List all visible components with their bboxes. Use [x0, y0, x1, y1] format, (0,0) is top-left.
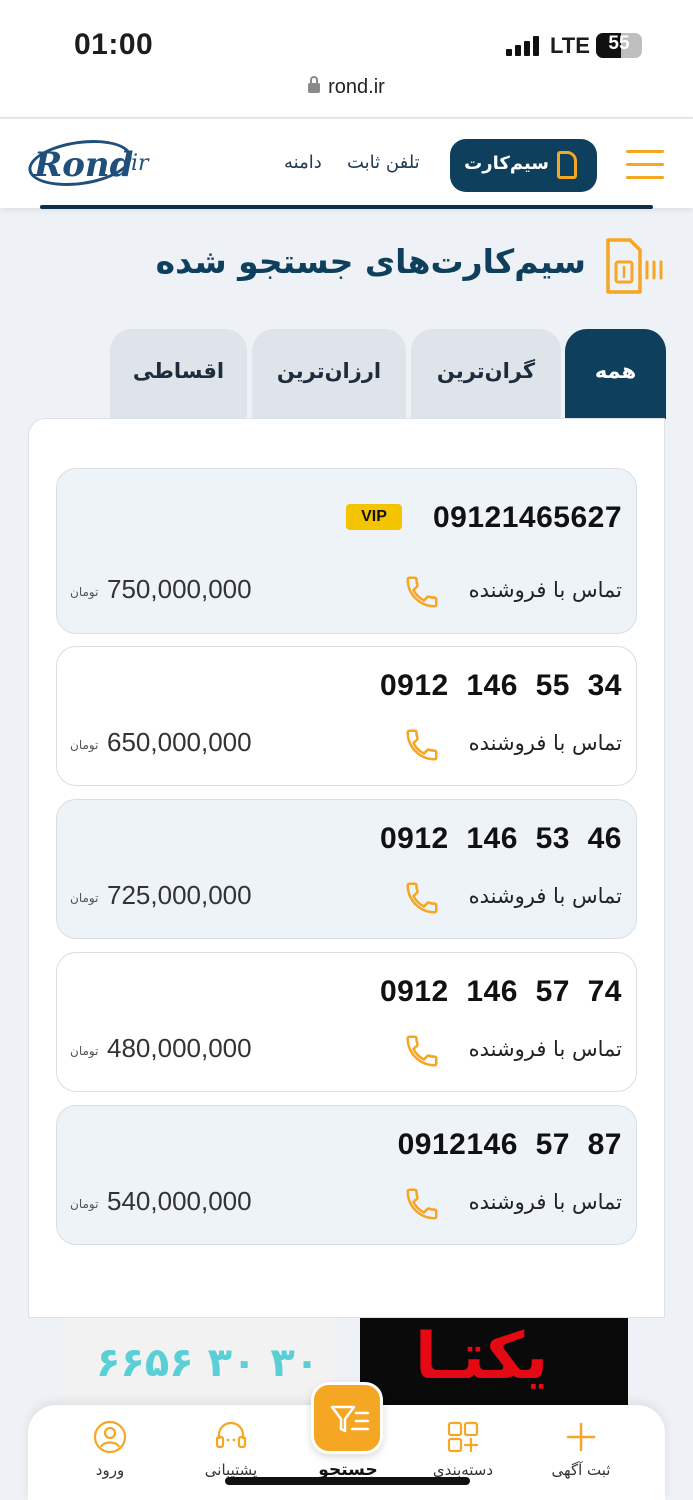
price: 750,000,000: [107, 574, 252, 604]
ad-banner-phone-text: ۶۶۵۶ ۳۰ ۳۰: [96, 1340, 320, 1386]
listing-card[interactable]: 0912 146 57 74 تماس با فروشنده 480,000,0…: [56, 952, 637, 1092]
sim-card-icon: [557, 151, 577, 179]
contact-seller-label: تماس با فروشنده: [468, 731, 622, 755]
nav-support[interactable]: پشتیبانی: [176, 1419, 286, 1479]
phone-icon[interactable]: [403, 1185, 441, 1223]
price-unit: تومان: [70, 1197, 99, 1211]
sim-number: 0912 146 55 34: [379, 669, 622, 702]
search-button[interactable]: [311, 1382, 383, 1454]
listing-card[interactable]: 09121465627 VIP تماس با فروشنده 750,000,…: [56, 468, 637, 634]
status-bar: 01:00 LTE 55 rond.ir: [0, 0, 693, 118]
listing-card[interactable]: 0912 146 55 34 تماس با فروشنده 650,000,0…: [56, 646, 637, 786]
signal-icon: [506, 36, 544, 56]
nav-link-domain[interactable]: دامنه: [284, 152, 322, 173]
nav-login-label: ورود: [95, 1461, 125, 1479]
header-divider: [40, 205, 653, 209]
ad-banner-yekta[interactable]: یکتـا: [360, 1318, 628, 1418]
nav-link-landline[interactable]: تلفن ثابت: [347, 152, 420, 173]
price: 480,000,000: [107, 1033, 252, 1063]
phone-icon[interactable]: [403, 879, 441, 917]
address-bar[interactable]: rond.ir: [0, 76, 693, 99]
contact-seller-label: تماس با فروشنده: [468, 1037, 622, 1061]
sim-number: 0912146 57 87: [397, 1128, 622, 1161]
lock-icon: [308, 76, 321, 93]
network-label: LTE: [550, 33, 590, 58]
sim-number: 0912 146 57 74: [379, 975, 622, 1008]
logo-suffix: .ir: [124, 151, 149, 176]
nav-post-ad-label: ثبت آگهی: [551, 1461, 611, 1479]
phone-icon[interactable]: [403, 726, 441, 764]
sim-card-button[interactable]: سیم‌کارت: [450, 139, 597, 192]
site-header: Rond .ir تلفن ثابت دامنه سیم‌کارت: [0, 119, 693, 208]
battery-level: 55: [608, 33, 630, 54]
nav-categories[interactable]: دسته‌بندی: [408, 1419, 518, 1479]
sim-number: 09121465627: [432, 501, 622, 534]
sim-card-icon: [606, 238, 663, 294]
status-time: 01:00: [74, 28, 154, 61]
phone-icon[interactable]: [403, 1032, 441, 1070]
price: 725,000,000: [107, 880, 252, 910]
sim-number: 0912 146 53 46: [379, 822, 622, 855]
contact-seller-label: تماس با فروشنده: [468, 1190, 622, 1214]
logo-text: Rond: [34, 145, 134, 185]
tab-cheapest[interactable]: ارزان‌ترین: [252, 329, 406, 419]
price-unit: تومان: [70, 891, 99, 905]
logo[interactable]: Rond .ir: [24, 133, 164, 193]
nav-post-ad[interactable]: ثبت آگهی: [526, 1419, 636, 1479]
home-indicator: [225, 1477, 470, 1485]
user-icon: [93, 1420, 127, 1454]
price: 650,000,000: [107, 727, 252, 757]
ad-banner-phone[interactable]: ۶۶۵۶ ۳۰ ۳۰: [66, 1318, 334, 1418]
listing-card[interactable]: 0912 146 53 46 تماس با فروشنده 725,000,0…: [56, 799, 637, 939]
categories-icon: [447, 1421, 479, 1453]
filter-search-icon: [330, 1405, 370, 1433]
vip-badge: VIP: [346, 504, 402, 530]
url-text: rond.ir: [328, 76, 385, 98]
contact-seller-label: تماس با فروشنده: [468, 884, 622, 908]
price-unit: تومان: [70, 1044, 99, 1058]
sim-card-button-label: سیم‌کارت: [464, 153, 549, 174]
tab-all[interactable]: همه: [565, 329, 666, 419]
price-unit: تومان: [70, 738, 99, 752]
contact-seller-label: تماس با فروشنده: [468, 578, 622, 602]
ad-banner-yekta-text: یکتـا: [415, 1320, 549, 1394]
hamburger-icon[interactable]: [626, 150, 664, 180]
headset-icon: [215, 1421, 247, 1449]
nav-login[interactable]: ورود: [55, 1419, 165, 1479]
tab-most-expensive[interactable]: گران‌ترین: [411, 329, 561, 419]
page-title: سیم‌کارت‌های جستجو شده: [155, 242, 586, 281]
battery-icon: 55: [596, 33, 642, 58]
phone-icon[interactable]: [403, 573, 441, 611]
listing-card[interactable]: 0912146 57 87 تماس با فروشنده 540,000,00…: [56, 1105, 637, 1245]
tab-installment[interactable]: اقساطی: [110, 329, 247, 419]
price: 540,000,000: [107, 1186, 252, 1216]
price-unit: تومان: [70, 585, 99, 599]
plus-icon: [566, 1422, 596, 1452]
